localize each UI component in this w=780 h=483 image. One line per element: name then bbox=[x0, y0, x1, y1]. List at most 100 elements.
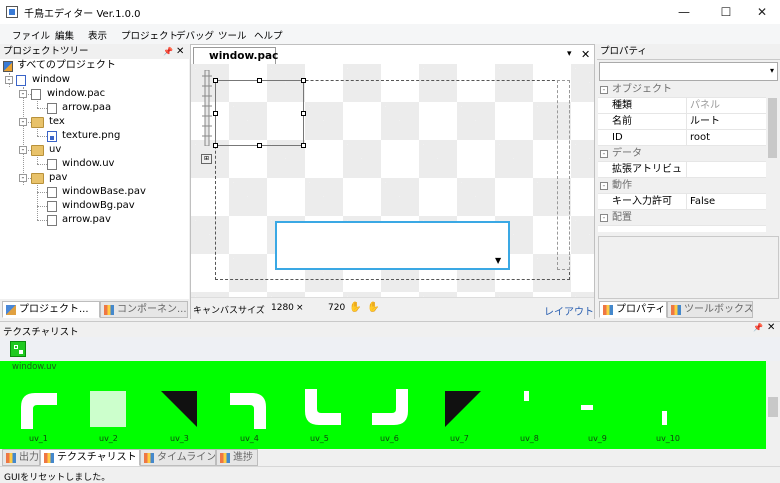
component-tab-icon bbox=[104, 305, 114, 315]
uv-10-thumb[interactable] bbox=[648, 389, 688, 429]
project-tree-title: プロジェクトツリー bbox=[3, 46, 89, 57]
texture-list-scrollbar[interactable] bbox=[766, 361, 780, 449]
prop-id[interactable]: ID root bbox=[598, 130, 766, 146]
layout-canvas[interactable]: ⊞ ▼ bbox=[191, 64, 594, 297]
file-icon bbox=[47, 215, 57, 226]
resize-handle[interactable] bbox=[213, 143, 218, 148]
resize-handle[interactable] bbox=[257, 143, 262, 148]
doc-close-icon[interactable]: ✕ bbox=[581, 48, 590, 61]
property-scrollbar[interactable] bbox=[766, 82, 779, 232]
resize-handle[interactable] bbox=[213, 78, 218, 83]
properties-tab-icon bbox=[603, 305, 613, 315]
resize-handle[interactable] bbox=[301, 111, 306, 116]
menu-file[interactable]: ファイル bbox=[12, 28, 50, 42]
uv-label: uv_4 bbox=[240, 434, 259, 443]
anchor-toggle-icon[interactable]: ⊞ bbox=[201, 154, 212, 164]
folder-icon bbox=[31, 173, 44, 184]
selected-element[interactable] bbox=[215, 80, 304, 146]
folder-icon bbox=[31, 117, 44, 128]
property-grid: - オブジェクト 種類 パネル 名前 ルート ID root - データ 拡張アトリビュ … bbox=[598, 82, 766, 232]
prop-name[interactable]: 名前 ルート bbox=[598, 114, 766, 130]
uv-2-thumb[interactable] bbox=[88, 389, 128, 429]
tab-timeline[interactable]: タイムライン bbox=[140, 449, 216, 466]
folder-icon bbox=[31, 145, 44, 156]
menu-view[interactable]: 表示 bbox=[88, 28, 107, 42]
texture-list-view[interactable]: window.uv uv_1 uv_2 uv_3 uv_4 uv_5 uv_6 … bbox=[0, 361, 766, 449]
object-selector[interactable]: ▾ bbox=[599, 62, 778, 81]
pin-icon[interactable]: 📌 bbox=[163, 44, 173, 60]
close-panel-icon[interactable]: ✕ bbox=[176, 44, 184, 60]
texture-view-icon[interactable] bbox=[10, 341, 26, 357]
pin-icon[interactable]: 📌 bbox=[753, 323, 763, 332]
uv-label: uv_9 bbox=[588, 434, 607, 443]
resize-handle[interactable] bbox=[213, 111, 218, 116]
prop-key-input[interactable]: キー入力許可 False bbox=[598, 194, 766, 210]
close-button[interactable]: ✕ bbox=[740, 0, 780, 24]
properties-header: プロパティ bbox=[597, 44, 780, 60]
pan-icon[interactable]: ✋ bbox=[367, 302, 379, 313]
project-root-icon bbox=[3, 61, 13, 72]
uv-4-thumb[interactable] bbox=[230, 389, 270, 429]
collapse-icon[interactable]: - bbox=[19, 90, 27, 98]
collapse-icon[interactable]: - bbox=[19, 174, 27, 182]
uv-1-thumb[interactable] bbox=[17, 389, 57, 429]
canvas-width-field[interactable]: 1280 bbox=[271, 303, 294, 313]
resize-handle[interactable] bbox=[301, 143, 306, 148]
resize-handle[interactable] bbox=[257, 78, 262, 83]
window-icon bbox=[16, 75, 26, 86]
menu-edit[interactable]: 編集 bbox=[55, 28, 74, 42]
project-panel-tabs: プロジェクト... コンポーネン... bbox=[0, 301, 189, 319]
window-element-preview[interactable]: ▼ bbox=[275, 221, 510, 270]
minimize-button[interactable]: — bbox=[662, 0, 706, 24]
doc-dropdown-icon[interactable]: ▾ bbox=[567, 49, 572, 59]
resize-handle[interactable] bbox=[301, 78, 306, 83]
category-data[interactable]: - データ bbox=[598, 146, 766, 162]
menu-help[interactable]: ヘルプ bbox=[254, 28, 283, 42]
tab-properties[interactable]: プロパティ bbox=[599, 301, 667, 318]
uv-label: uv_10 bbox=[656, 434, 680, 443]
uv-7-thumb[interactable] bbox=[443, 389, 483, 429]
uv-6-thumb[interactable] bbox=[372, 389, 412, 429]
menu-tools[interactable]: ツール bbox=[218, 28, 247, 42]
collapse-icon[interactable]: - bbox=[5, 76, 13, 84]
canvas-size-bar: キャンバスサイズ 1280 × 720 ✋ ✋ レイアウト bbox=[191, 297, 594, 319]
prop-type[interactable]: 種類 パネル bbox=[598, 98, 766, 114]
collapse-icon[interactable]: - bbox=[19, 118, 27, 126]
canvas-height-field[interactable]: 720 bbox=[328, 303, 345, 313]
tab-progress[interactable]: 進捗 bbox=[216, 449, 258, 466]
category-layout[interactable]: - 配置 bbox=[598, 210, 766, 226]
window-arrow-icon: ▼ bbox=[495, 256, 502, 265]
tab-texture-list[interactable]: テクスチャリスト bbox=[40, 449, 140, 466]
vertical-ruler-widget[interactable] bbox=[201, 69, 213, 147]
properties-panel-tabs: プロパティ ツールボックス bbox=[597, 301, 780, 319]
close-panel-icon[interactable]: ✕ bbox=[767, 322, 775, 333]
uv-5-thumb[interactable] bbox=[301, 389, 341, 429]
project-tree-header: プロジェクトツリー 📌 ✕ bbox=[0, 44, 189, 60]
texture-list-header: テクスチャリスト 📌 ✕ bbox=[0, 321, 780, 338]
uv-9-thumb[interactable] bbox=[576, 389, 616, 429]
layout-link[interactable]: レイアウト bbox=[544, 303, 594, 318]
tab-output[interactable]: 出力 bbox=[2, 449, 40, 466]
menu-debug[interactable]: デバッグ bbox=[176, 28, 214, 42]
menu-bar: ファイル 編集 表示 プロジェクト デバッグ ツール ヘルプ bbox=[0, 24, 780, 44]
tab-toolbox[interactable]: ツールボックス bbox=[667, 301, 753, 318]
file-icon bbox=[47, 187, 57, 198]
progress-tab-icon bbox=[220, 453, 230, 463]
tab-project[interactable]: プロジェクト... bbox=[2, 301, 100, 318]
tab-component[interactable]: コンポーネン... bbox=[100, 301, 188, 318]
file-icon bbox=[47, 159, 57, 170]
doc-tab-window-pac[interactable]: window.pac bbox=[193, 47, 278, 65]
times-label: × bbox=[296, 303, 304, 313]
prop-extended-attributes[interactable]: 拡張アトリビュ bbox=[598, 162, 766, 178]
uv-label: uv_6 bbox=[380, 434, 399, 443]
menu-project[interactable]: プロジェクト bbox=[121, 28, 178, 42]
collapse-icon[interactable]: - bbox=[19, 146, 27, 154]
uv-3-thumb[interactable] bbox=[159, 389, 199, 429]
app-icon bbox=[6, 6, 18, 18]
category-object[interactable]: - オブジェクト bbox=[598, 82, 766, 98]
zoom-icon[interactable]: ✋ bbox=[349, 302, 361, 313]
project-tree: すべてのプロジェクト - window - window.pac arrow.p… bbox=[0, 59, 189, 299]
uv-8-thumb[interactable] bbox=[514, 389, 554, 429]
category-behavior[interactable]: - 動作 bbox=[598, 178, 766, 194]
canvas-size-label: キャンバスサイズ bbox=[193, 306, 265, 316]
